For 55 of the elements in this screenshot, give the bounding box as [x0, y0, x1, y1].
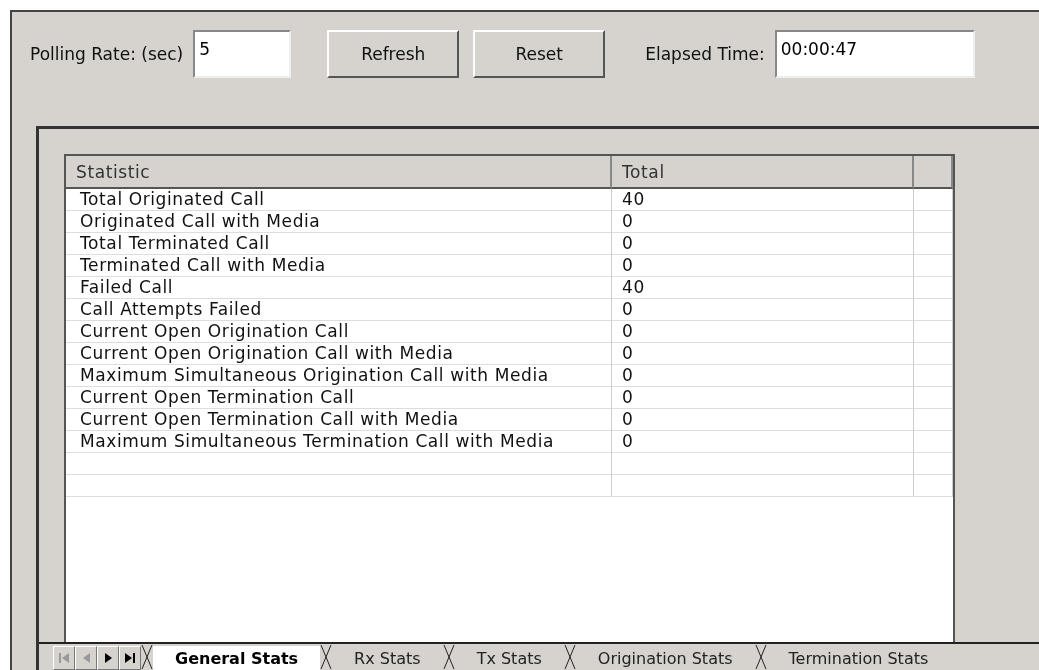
table-cell: Current Open Termination Call with Media: [66, 409, 612, 431]
sheet-tab[interactable]: General Stats: [153, 646, 321, 670]
table-cell: [914, 321, 953, 343]
left-arrow-button[interactable]: [75, 646, 97, 670]
table-cell: [914, 211, 953, 233]
table-cell: [914, 343, 953, 365]
table-cell: 0: [612, 321, 914, 343]
table-cell: Call Attempts Failed: [66, 299, 612, 321]
table-cell: 0: [612, 211, 914, 233]
table-cell: [914, 299, 953, 321]
refresh-button[interactable]: Refresh: [327, 30, 460, 78]
polling-rate-field[interactable]: 5: [193, 30, 292, 78]
last-icon: [124, 651, 136, 665]
column-header: Statistic: [66, 156, 612, 189]
table-cell: [914, 475, 953, 497]
table-cell: Current Open Origination Call: [66, 321, 612, 343]
table-cell: [914, 277, 953, 299]
first-icon: [58, 651, 70, 665]
table-cell: Total Terminated Call: [66, 233, 612, 255]
table-cell: Current Open Origination Call with Media: [66, 343, 612, 365]
table-cell: Total Originated Call: [66, 189, 612, 211]
table-cell: 0: [612, 409, 914, 431]
table-cell: Maximum Simultaneous Origination Call with Media: [66, 365, 612, 387]
table-cell: [914, 233, 953, 255]
table-cell: [914, 387, 953, 409]
table-cell: 0: [612, 431, 914, 453]
polling-rate-label: Polling Rate: (sec): [30, 44, 184, 64]
table-cell: Originated Call with Media: [66, 211, 612, 233]
table-cell: [914, 255, 953, 277]
table-cell: [914, 189, 953, 211]
column-header: Total: [612, 156, 914, 189]
table-cell: 40: [612, 277, 914, 299]
table-cell: 0: [612, 387, 914, 409]
right-arrow-icon: [102, 651, 114, 665]
table-cell: [914, 431, 953, 453]
table-cell: [914, 409, 953, 431]
column-header: [914, 156, 953, 189]
elapsed-time-field[interactable]: 00:00:47: [774, 30, 975, 78]
table-cell: Current Open Termination Call: [66, 387, 612, 409]
table-cell: 0: [612, 365, 914, 387]
table-cell: 40: [612, 189, 914, 211]
table-cell: Failed Call: [66, 277, 612, 299]
last-button[interactable]: [119, 646, 141, 670]
right-arrow-button[interactable]: [97, 646, 119, 670]
table-cell: [914, 365, 953, 387]
table-cell: 0: [612, 233, 914, 255]
reset-button[interactable]: Reset: [473, 30, 606, 78]
table-cell: 0: [612, 343, 914, 365]
table-cell: [914, 453, 953, 475]
table-cell: Terminated Call with Media: [66, 255, 612, 277]
elapsed-time-label: Elapsed Time:: [645, 44, 765, 64]
table-cell: 0: [612, 255, 914, 277]
first-button[interactable]: [53, 646, 75, 670]
table-cell: Maximum Simultaneous Termination Call with Media: [66, 431, 612, 453]
table-cell: 0: [612, 299, 914, 321]
